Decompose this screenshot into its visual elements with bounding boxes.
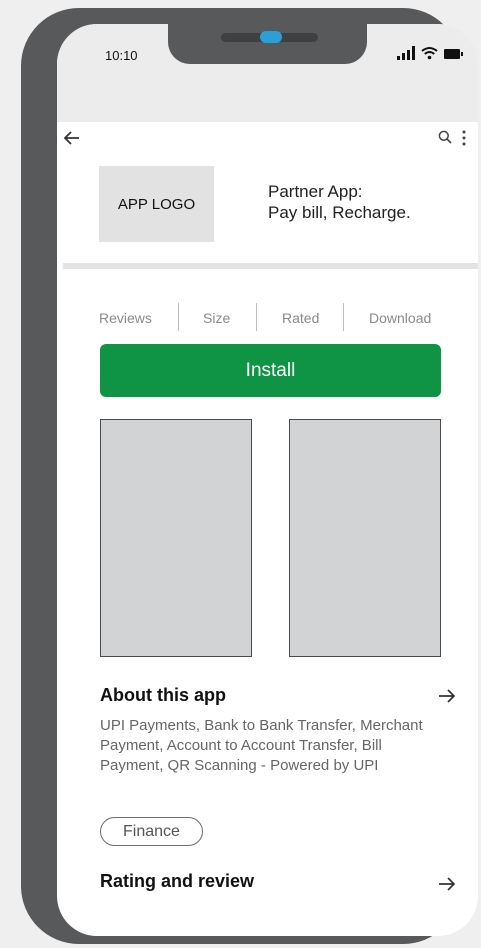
app-title: Partner App: Pay bill, Recharge. bbox=[268, 181, 411, 223]
install-button[interactable]: Install bbox=[100, 344, 441, 397]
screenshot-placeholder-1[interactable] bbox=[100, 419, 252, 657]
battery-icon bbox=[444, 49, 463, 59]
rating-title: Rating and review bbox=[100, 871, 255, 891]
app-stats: Reviews Size Rated Download bbox=[99, 303, 443, 333]
arrow-right-icon[interactable] bbox=[437, 876, 457, 892]
arrow-right-icon[interactable] bbox=[437, 688, 457, 704]
notch bbox=[168, 24, 367, 64]
status-time: 10:10 bbox=[105, 48, 138, 63]
stat-separator bbox=[178, 303, 179, 331]
camera-dot bbox=[260, 31, 282, 43]
app-logo: APP LOGO bbox=[99, 166, 214, 242]
phone-frame: 10:10 APP LOGO Partner App: Pay bill, Re… bbox=[21, 8, 478, 944]
stat-size: Size bbox=[203, 310, 231, 326]
screen: 10:10 APP LOGO Partner App: Pay bill, Re… bbox=[57, 24, 478, 936]
signal-icon bbox=[397, 46, 415, 60]
stat-download: Download bbox=[369, 310, 432, 326]
section-divider bbox=[63, 263, 478, 269]
stat-separator bbox=[343, 303, 344, 331]
stat-reviews: Reviews bbox=[99, 310, 152, 326]
screenshot-placeholder-2[interactable] bbox=[289, 419, 441, 657]
stat-separator bbox=[256, 303, 257, 331]
category-chip[interactable]: Finance bbox=[100, 817, 203, 846]
about-title: About this app bbox=[100, 685, 226, 705]
about-description: UPI Payments, Bank to Bank Transfer, Mer… bbox=[100, 717, 423, 774]
stat-rated: Rated bbox=[282, 310, 320, 326]
app-bar bbox=[57, 122, 478, 160]
wifi-icon bbox=[421, 47, 438, 60]
system-icons bbox=[397, 46, 463, 60]
app-title-line1: Partner App: bbox=[268, 182, 363, 201]
search-icon[interactable] bbox=[438, 130, 452, 144]
more-vert-icon[interactable] bbox=[462, 130, 466, 146]
app-title-line2: Pay bill, Recharge. bbox=[268, 203, 411, 222]
back-arrow-icon[interactable] bbox=[60, 126, 84, 150]
